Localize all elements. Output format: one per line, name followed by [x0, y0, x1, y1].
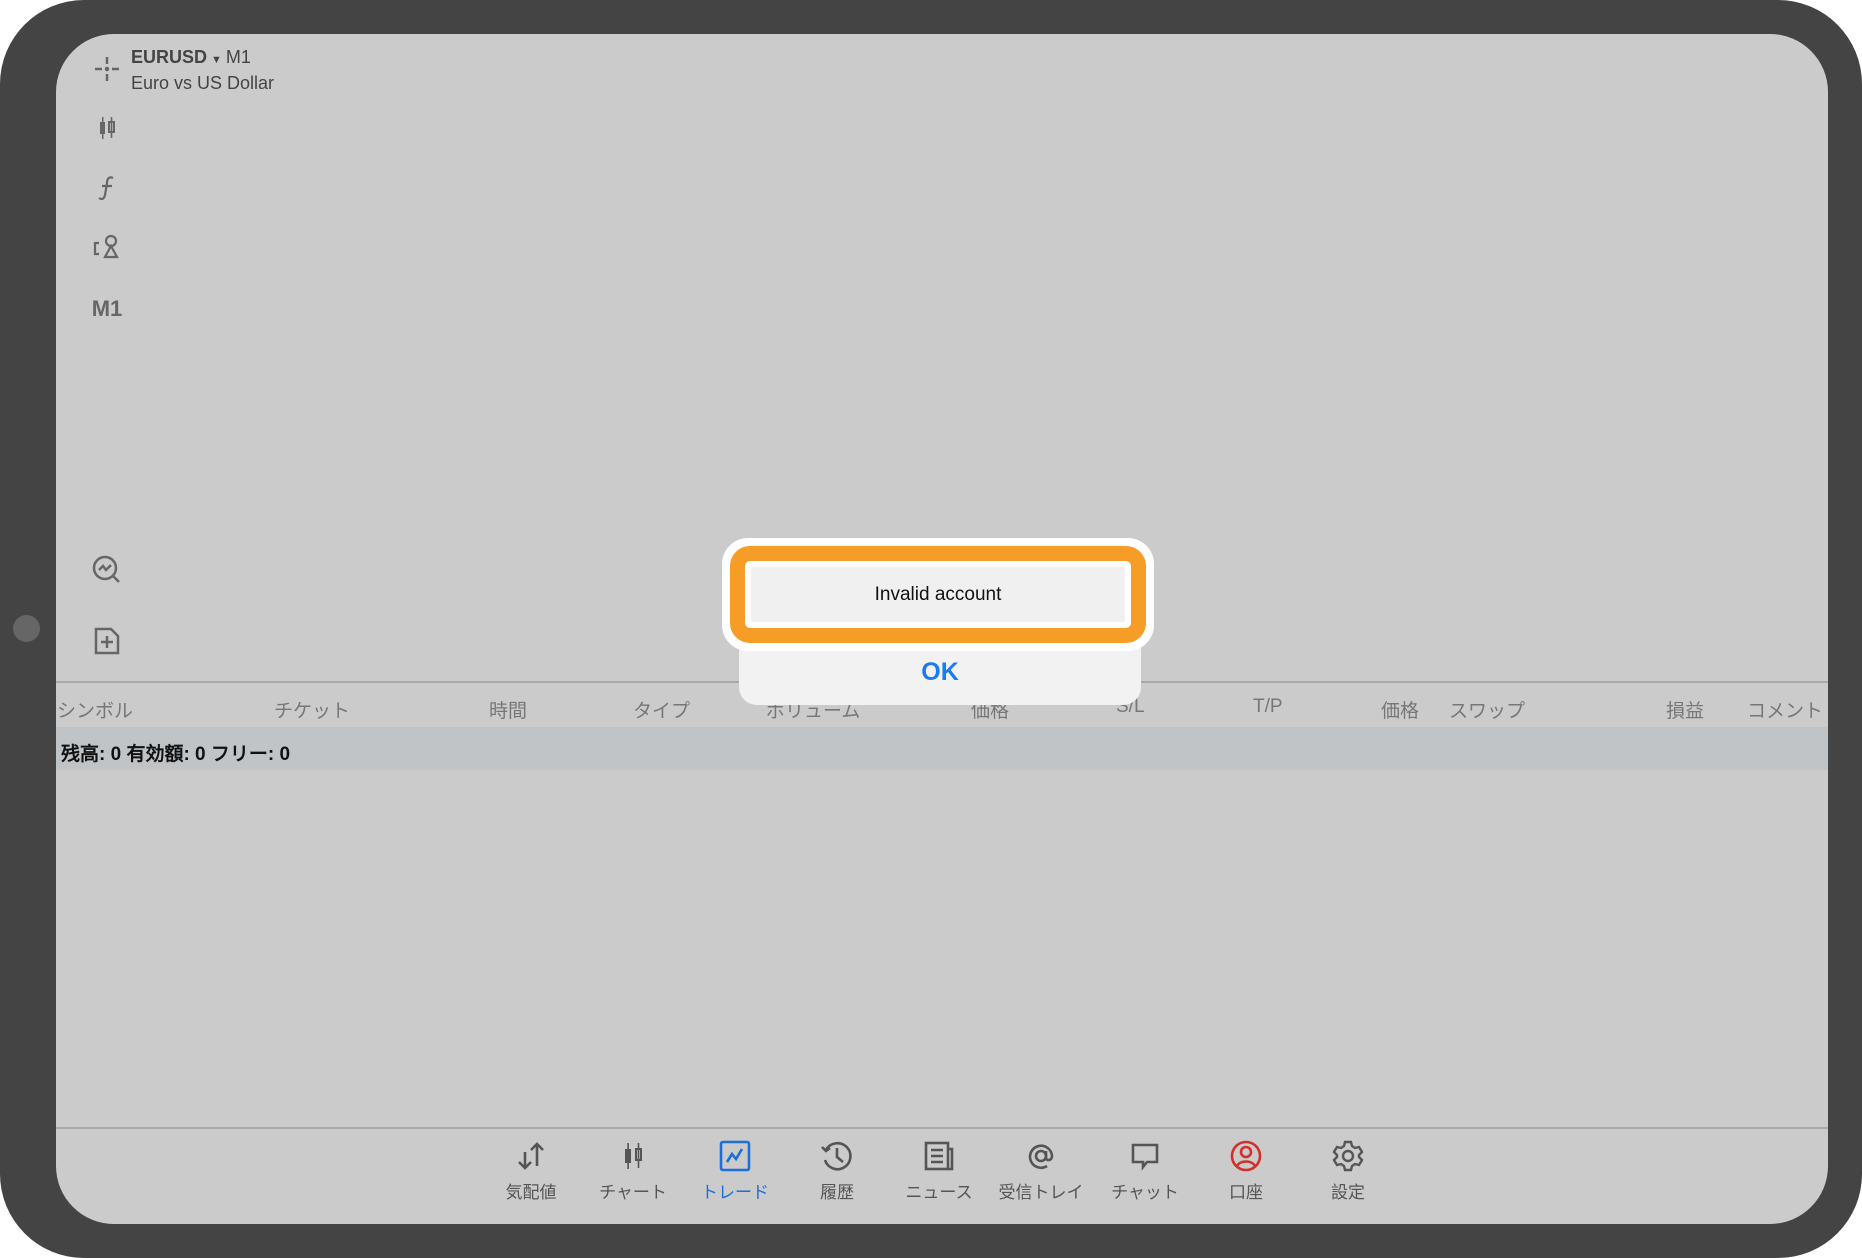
- tab-settings[interactable]: 設定: [1298, 1138, 1398, 1203]
- column-header[interactable]: 価格: [1381, 696, 1419, 723]
- column-header[interactable]: タイプ: [633, 696, 690, 723]
- tab-account[interactable]: 口座: [1196, 1138, 1296, 1203]
- tab-label: 気配値: [505, 1183, 557, 1202]
- home-button[interactable]: [13, 615, 40, 642]
- tab-label: 口座: [1229, 1183, 1263, 1202]
- tab-label: チャット: [1111, 1183, 1179, 1202]
- tab-trade[interactable]: トレード: [685, 1138, 785, 1203]
- alert-message: Invalid account: [751, 567, 1125, 622]
- tab-chat[interactable]: チャット: [1095, 1138, 1195, 1203]
- new-order-icon[interactable]: [87, 621, 127, 661]
- tab-label: 設定: [1331, 1183, 1365, 1202]
- crosshair-icon[interactable]: [87, 49, 127, 89]
- screen: EURUSD ▼ M1 Euro vs US Dollar M1 シンボル チケット…: [56, 34, 1828, 1224]
- column-header[interactable]: シンボル: [57, 696, 133, 723]
- tab-chart[interactable]: チャート: [583, 1138, 683, 1203]
- tab-quotes[interactable]: 気配値: [481, 1138, 581, 1203]
- column-header[interactable]: スワップ: [1449, 696, 1525, 723]
- objects-icon[interactable]: [87, 227, 127, 267]
- settings-icon: [1332, 1140, 1364, 1172]
- function-icon[interactable]: [87, 168, 127, 208]
- highlight-border: Invalid account: [730, 546, 1146, 643]
- quotes-icon: [518, 1142, 544, 1170]
- tabbar-divider: [56, 1127, 1828, 1129]
- history-icon: [821, 1141, 852, 1171]
- tab-history[interactable]: 履歴: [787, 1138, 887, 1203]
- tab-news[interactable]: ニュース: [889, 1138, 989, 1203]
- chat-icon: [1131, 1143, 1159, 1171]
- candlestick-icon[interactable]: [87, 108, 127, 148]
- tab-label: 受信トレイ: [998, 1183, 1084, 1202]
- ok-button[interactable]: OK: [739, 658, 1141, 687]
- column-header[interactable]: コメント: [1747, 696, 1823, 723]
- mail-icon: [1028, 1144, 1054, 1170]
- alert-message-highlight: Invalid account: [722, 538, 1154, 651]
- tab-label: ニュース: [905, 1183, 973, 1202]
- chart-icon: [625, 1143, 642, 1169]
- column-header[interactable]: 時間: [489, 696, 527, 723]
- timeframe-button[interactable]: M1: [87, 289, 127, 329]
- tab-mailbox[interactable]: 受信トレイ: [991, 1138, 1091, 1203]
- column-header[interactable]: チケット: [274, 696, 350, 723]
- symbol-header[interactable]: EURUSD ▼ M1 Euro vs US Dollar: [131, 46, 274, 95]
- chart-search-icon[interactable]: [87, 550, 127, 590]
- tab-label: トレード: [701, 1183, 769, 1202]
- tab-label: 履歴: [820, 1183, 854, 1202]
- news-icon: [924, 1141, 954, 1171]
- column-header[interactable]: 損益: [1666, 696, 1704, 723]
- timeframe: M1: [225, 47, 251, 67]
- dropdown-arrow-icon: ▼: [211, 54, 222, 66]
- trade-icon: [719, 1140, 751, 1172]
- column-header[interactable]: T/P: [1253, 696, 1283, 718]
- tab-label: チャート: [599, 1183, 667, 1202]
- symbol-description: Euro vs US Dollar: [131, 73, 275, 93]
- balance-row: 残高: 0 有効額: 0 フリー: 0: [56, 727, 1828, 770]
- account-icon: [1230, 1140, 1262, 1172]
- symbol-name: EURUSD: [131, 47, 208, 67]
